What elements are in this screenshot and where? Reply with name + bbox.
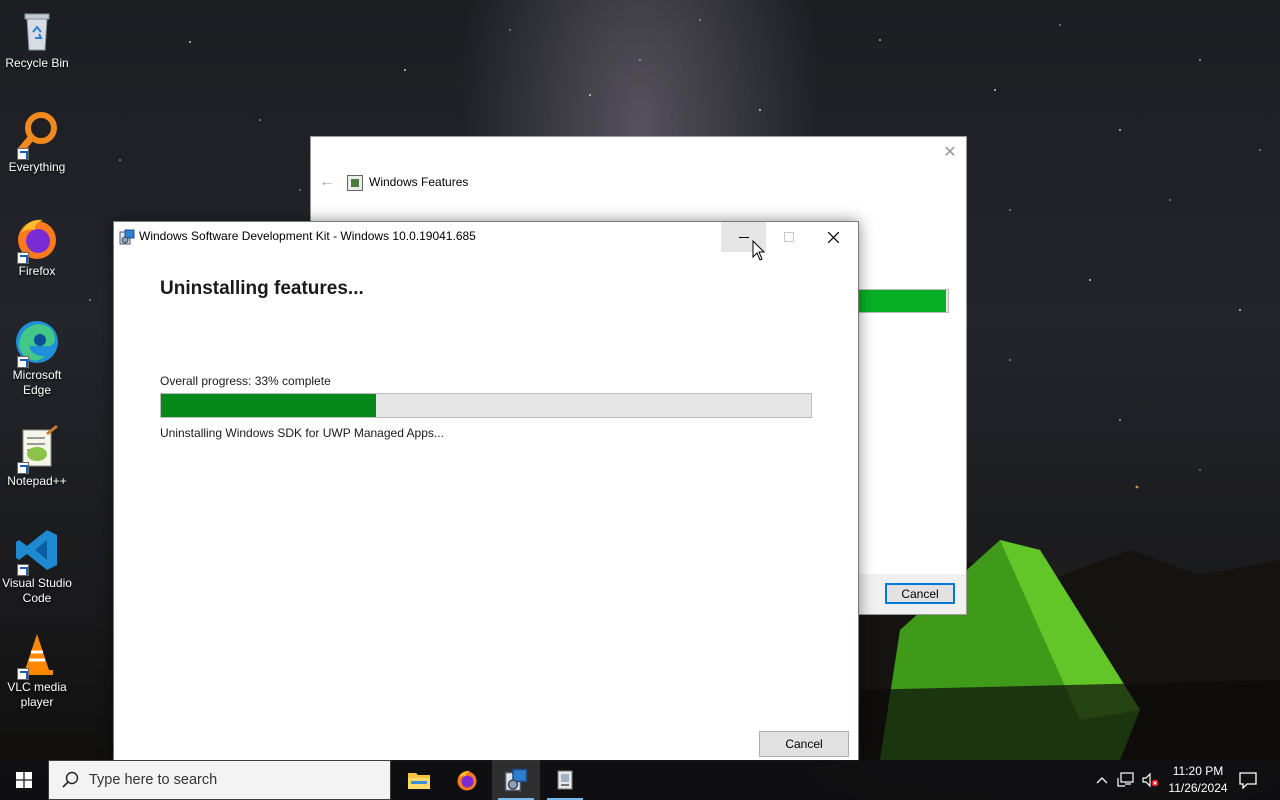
- taskbar-clock[interactable]: 11:20 PM 11/26/2024: [1160, 763, 1236, 797]
- file-explorer-icon: [408, 773, 430, 789]
- desktop-icon-label: Recycle Bin: [5, 56, 69, 70]
- desktop-icon-vscode[interactable]: Visual Studio Code: [0, 526, 74, 606]
- back-arrow-icon[interactable]: ←: [319, 173, 335, 191]
- close-icon[interactable]: ✕: [940, 143, 960, 163]
- progress-label: Overall progress: 33% complete: [160, 374, 331, 388]
- show-hidden-icons-button[interactable]: [1092, 760, 1112, 800]
- maximize-button[interactable]: [766, 222, 811, 252]
- window-title: Windows Features: [369, 175, 469, 189]
- firefox-icon: [13, 214, 61, 264]
- desktop-icon-firefox[interactable]: Firefox: [0, 214, 74, 279]
- windows-logo-icon: [16, 772, 32, 788]
- cancel-button[interactable]: Cancel: [759, 731, 849, 757]
- firefox-icon: [457, 770, 477, 791]
- volume-muted-icon: [1142, 772, 1159, 788]
- volume-tray-button[interactable]: [1139, 760, 1161, 800]
- sdk-installer-icon: [504, 768, 528, 792]
- network-icon: [1117, 772, 1134, 787]
- shortcut-arrow-icon: [17, 462, 29, 474]
- maximize-icon: [783, 232, 794, 242]
- sdk-installer-app-icon: [119, 229, 135, 245]
- mouse-cursor-icon: [752, 240, 766, 261]
- recycle-bin-icon: [13, 6, 61, 54]
- taskbar-sdk-installer[interactable]: [492, 760, 540, 800]
- features-progress-bar: [851, 289, 949, 313]
- notepadpp-icon: [13, 424, 61, 474]
- taskbar: Type here to search 11:20 PM 11/26/2024: [0, 760, 1280, 800]
- clock-date: 11/26/2024: [1168, 781, 1228, 795]
- action-center-button[interactable]: [1234, 760, 1262, 800]
- network-tray-button[interactable]: [1115, 760, 1137, 800]
- desktop-icon-label: Firefox: [18, 264, 56, 278]
- start-button[interactable]: [0, 760, 48, 800]
- desktop-icon-edge[interactable]: Microsoft Edge: [0, 318, 74, 398]
- search-icon: [62, 771, 79, 788]
- desktop-icon-everything[interactable]: Everything: [0, 110, 74, 175]
- close-button[interactable]: [811, 222, 856, 252]
- shortcut-arrow-icon: [17, 564, 29, 576]
- everything-search-icon: [13, 110, 61, 160]
- taskbar-file-explorer[interactable]: [395, 760, 443, 800]
- search-placeholder: Type here to search: [89, 772, 218, 788]
- overall-progress-fill: [161, 394, 376, 417]
- taskbar-firefox[interactable]: [443, 760, 491, 800]
- shortcut-arrow-icon: [17, 148, 29, 160]
- features-cancel-button[interactable]: Cancel: [885, 583, 955, 604]
- clock-time: 11:20 PM: [1172, 764, 1224, 778]
- vscode-icon: [13, 526, 61, 576]
- shortcut-arrow-icon: [17, 356, 29, 368]
- page-heading: Uninstalling features...: [160, 278, 364, 299]
- desktop-icon-label: Notepad++: [7, 474, 67, 488]
- desktop-icon-label: Visual Studio Code: [2, 576, 72, 605]
- desktop-icon-label: VLC media player: [7, 680, 67, 709]
- status-text: Uninstalling Windows SDK for UWP Managed…: [160, 426, 444, 440]
- taskbar-search-box[interactable]: Type here to search: [48, 760, 391, 800]
- window-title: Windows Software Development Kit - Windo…: [139, 229, 476, 243]
- desktop-icon-notepadpp[interactable]: Notepad++: [0, 424, 74, 489]
- title-bar[interactable]: Windows Software Development Kit - Windo…: [114, 222, 858, 252]
- edge-icon: [13, 318, 61, 368]
- minimize-icon: [738, 237, 749, 238]
- desktop-icon-label: Microsoft Edge: [12, 368, 62, 397]
- taskbar-windows-features[interactable]: [541, 760, 589, 800]
- windows-features-app-icon: [347, 175, 363, 191]
- chevron-up-icon: [1096, 777, 1108, 784]
- overall-progress-bar: [160, 393, 812, 418]
- desktop-icon-vlc[interactable]: VLC media player: [0, 630, 74, 710]
- windows-features-icon: [557, 770, 573, 790]
- close-icon: [828, 231, 839, 243]
- shortcut-arrow-icon: [17, 252, 29, 264]
- vlc-icon: [13, 630, 61, 680]
- sdk-installer-window[interactable]: Windows Software Development Kit - Windo…: [113, 221, 859, 761]
- shortcut-arrow-icon: [17, 668, 29, 680]
- desktop-icon-label: Everything: [8, 160, 66, 174]
- desktop-icon-recycle-bin[interactable]: Recycle Bin: [0, 6, 74, 71]
- features-progress-fill: [852, 290, 947, 312]
- notification-icon: [1239, 772, 1257, 789]
